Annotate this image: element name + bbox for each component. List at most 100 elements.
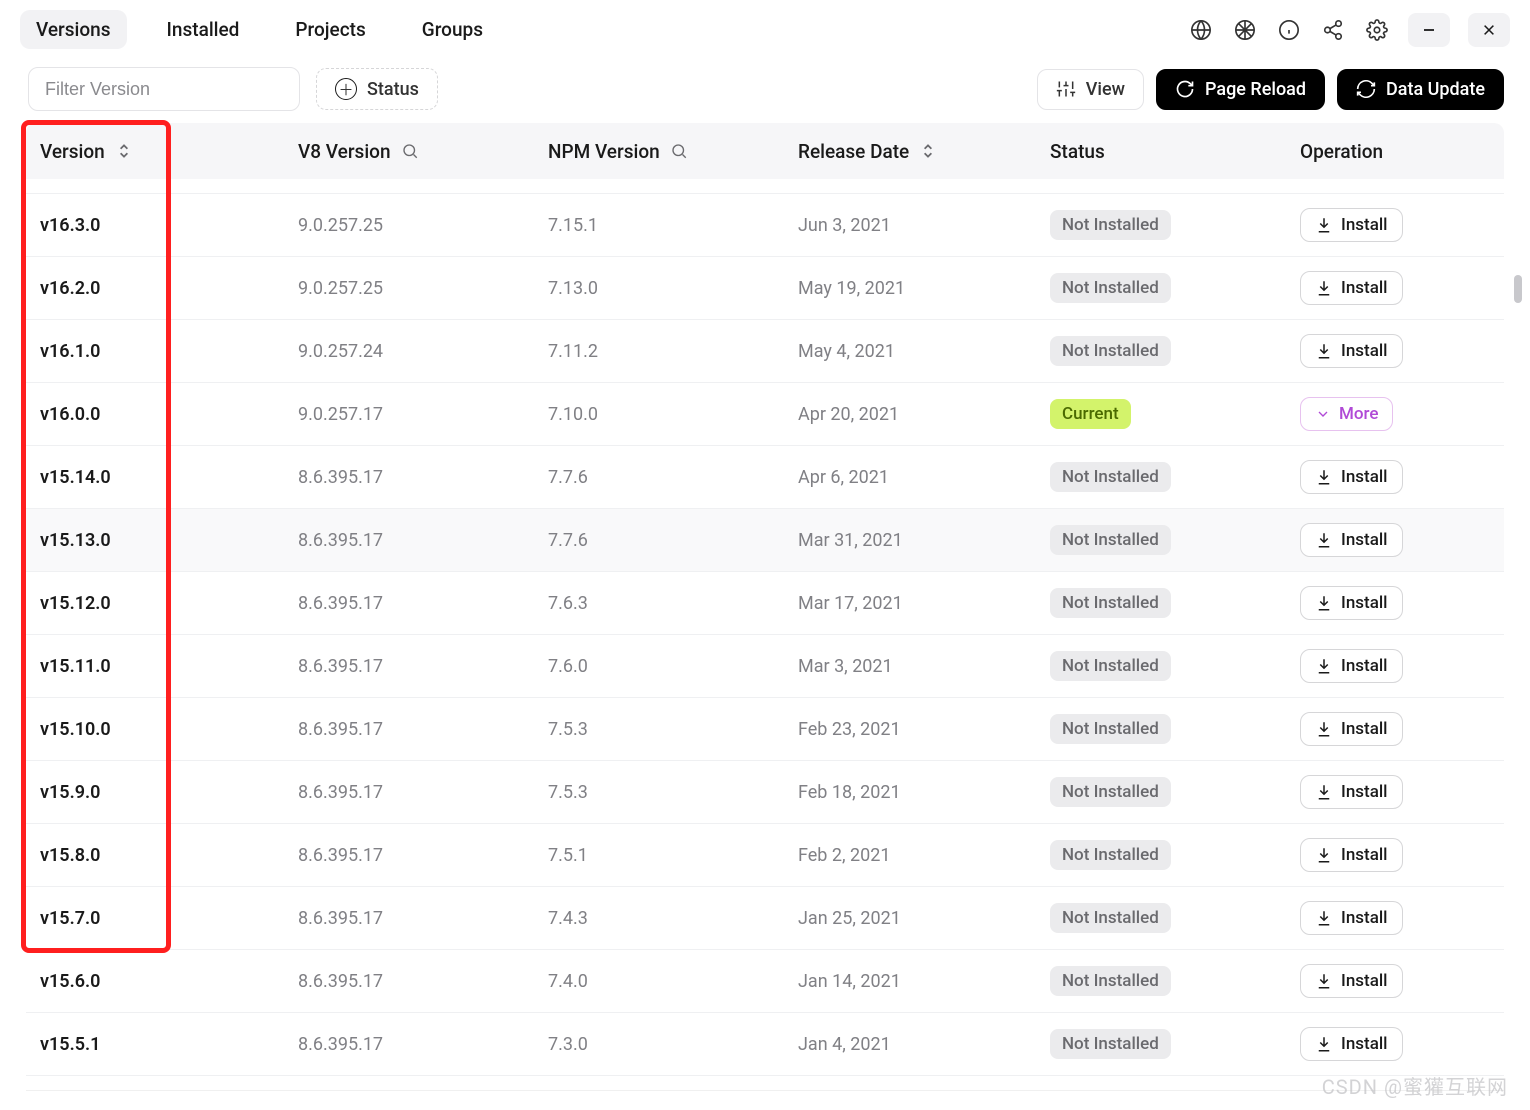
- data-update-button[interactable]: Data Update: [1337, 69, 1504, 110]
- cell-v8: 9.0.257.25: [284, 278, 534, 299]
- cell-npm: 7.7.6: [534, 530, 784, 551]
- table-header: Version V8 Version NPM Version Release D…: [26, 123, 1504, 179]
- install-button[interactable]: Install: [1300, 460, 1403, 494]
- cell-npm: 7.11.2: [534, 341, 784, 362]
- cell-operation: More: [1286, 397, 1504, 431]
- install-label: Install: [1341, 278, 1388, 298]
- table-row: v15.8.08.6.395.177.5.1Feb 2, 2021Not Ins…: [26, 824, 1504, 887]
- install-button[interactable]: Install: [1300, 775, 1403, 809]
- reload-label: Page Reload: [1205, 79, 1306, 100]
- view-label: View: [1086, 79, 1125, 100]
- install-label: Install: [1341, 656, 1388, 676]
- cell-version: v15.9.0: [26, 782, 284, 803]
- more-button[interactable]: More: [1300, 397, 1393, 431]
- cell-npm: 7.3.0: [534, 1034, 784, 1055]
- globe-icon[interactable]: [1188, 17, 1214, 43]
- gear-icon[interactable]: [1364, 17, 1390, 43]
- nav-tab-groups[interactable]: Groups: [406, 10, 499, 49]
- status-badge: Current: [1050, 399, 1131, 429]
- download-icon: [1315, 783, 1333, 801]
- search-icon: [401, 142, 419, 160]
- cell-status: Current: [1036, 399, 1286, 429]
- col-header-date[interactable]: Release Date: [784, 140, 1036, 163]
- table-row: v15.9.08.6.395.177.5.3Feb 18, 2021Not In…: [26, 761, 1504, 824]
- install-label: Install: [1341, 467, 1388, 487]
- cell-date: Apr 20, 2021: [784, 404, 1036, 425]
- minimize-button[interactable]: [1408, 13, 1450, 47]
- cell-date: May 4, 2021: [784, 341, 1036, 362]
- cell-date: Jan 4, 2021: [784, 1034, 1036, 1055]
- cell-status: Not Installed: [1036, 462, 1286, 492]
- install-button[interactable]: Install: [1300, 649, 1403, 683]
- page-reload-button[interactable]: Page Reload: [1156, 69, 1325, 110]
- share-icon[interactable]: [1320, 17, 1346, 43]
- download-icon: [1315, 909, 1333, 927]
- nav-tab-projects[interactable]: Projects: [279, 10, 381, 49]
- cell-npm: 7.6.3: [534, 593, 784, 614]
- cell-operation: Install: [1286, 901, 1504, 935]
- table-row: v15.5.18.6.395.177.3.0Jan 4, 2021Not Ins…: [26, 1013, 1504, 1076]
- install-label: Install: [1341, 908, 1388, 928]
- install-button[interactable]: Install: [1300, 964, 1403, 998]
- cell-v8: 8.6.395.17: [284, 1034, 534, 1055]
- cell-operation: Install: [1286, 271, 1504, 305]
- cell-version: v15.11.0: [26, 656, 284, 677]
- cell-date: Mar 31, 2021: [784, 530, 1036, 551]
- install-button[interactable]: Install: [1300, 271, 1403, 305]
- cell-status: Not Installed: [1036, 1029, 1286, 1059]
- install-button[interactable]: Install: [1300, 208, 1403, 242]
- install-button[interactable]: Install: [1300, 838, 1403, 872]
- download-icon: [1315, 279, 1333, 297]
- cell-status: Not Installed: [1036, 525, 1286, 555]
- install-button[interactable]: Install: [1300, 1027, 1403, 1061]
- download-icon: [1315, 1035, 1333, 1053]
- col-header-v8[interactable]: V8 Version: [284, 140, 534, 163]
- install-button[interactable]: Install: [1300, 523, 1403, 557]
- install-button[interactable]: Install: [1300, 712, 1403, 746]
- cell-date: Feb 2, 2021: [784, 845, 1036, 866]
- cell-version: v15.7.0: [26, 908, 284, 929]
- status-filter-label: Status: [367, 79, 419, 100]
- install-button[interactable]: Install: [1300, 901, 1403, 935]
- cell-v8: 8.6.395.17: [284, 530, 534, 551]
- download-icon: [1315, 846, 1333, 864]
- cell-v8: 8.6.395.17: [284, 467, 534, 488]
- cell-date: Feb 23, 2021: [784, 719, 1036, 740]
- download-icon: [1315, 972, 1333, 990]
- table-row: v15.6.08.6.395.177.4.0Jan 14, 2021Not In…: [26, 950, 1504, 1013]
- cell-v8: 8.6.395.17: [284, 782, 534, 803]
- cell-operation: Install: [1286, 712, 1504, 746]
- wheel-icon[interactable]: [1232, 17, 1258, 43]
- status-badge: Not Installed: [1050, 903, 1171, 933]
- cell-date: Feb 18, 2021: [784, 782, 1036, 803]
- status-filter-button[interactable]: ＋ Status: [316, 68, 438, 110]
- cell-date: Jan 14, 2021: [784, 971, 1036, 992]
- install-button[interactable]: Install: [1300, 586, 1403, 620]
- table-body: v16.4.09.1.269.367.18.1Jun 23, 2021Not I…: [26, 179, 1504, 1091]
- cell-version: v15.10.0: [26, 719, 284, 740]
- cell-v8: 8.6.395.17: [284, 593, 534, 614]
- cell-status: Not Installed: [1036, 651, 1286, 681]
- cell-status: Not Installed: [1036, 840, 1286, 870]
- chevron-down-icon: [1315, 406, 1331, 422]
- cell-operation: Install: [1286, 775, 1504, 809]
- install-label: Install: [1341, 1034, 1388, 1054]
- install-button[interactable]: Install: [1300, 334, 1403, 368]
- col-header-label: Version: [40, 140, 105, 163]
- install-button[interactable]: Install: [1300, 1090, 1403, 1091]
- cell-npm: 7.5.3: [534, 719, 784, 740]
- nav-tab-versions[interactable]: Versions: [20, 10, 127, 49]
- col-header-version[interactable]: Version: [26, 140, 284, 163]
- cell-operation: Install: [1286, 649, 1504, 683]
- install-label: Install: [1341, 593, 1388, 613]
- table-row: v16.4.09.1.269.367.18.1Jun 23, 2021Not I…: [26, 179, 1504, 194]
- scrollbar-thumb[interactable]: [1514, 275, 1522, 303]
- close-button[interactable]: [1468, 13, 1510, 47]
- cell-version: v15.14.0: [26, 467, 284, 488]
- info-icon[interactable]: [1276, 17, 1302, 43]
- col-header-npm[interactable]: NPM Version: [534, 140, 784, 163]
- view-button[interactable]: View: [1037, 69, 1144, 110]
- nav-tab-installed[interactable]: Installed: [151, 10, 256, 49]
- cell-v8: 9.0.257.17: [284, 404, 534, 425]
- filter-version-input[interactable]: [28, 67, 300, 111]
